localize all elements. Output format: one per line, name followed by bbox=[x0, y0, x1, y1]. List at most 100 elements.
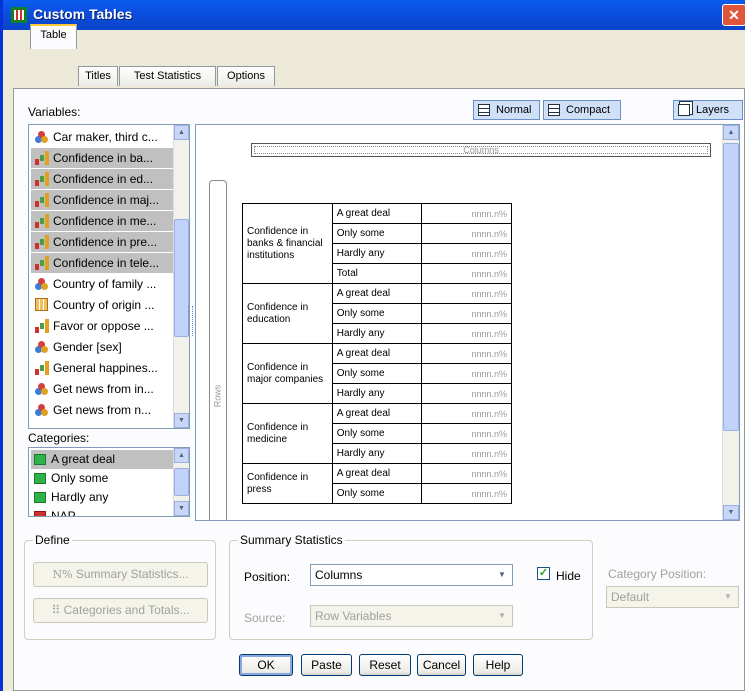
variable-label: Country of origin ... bbox=[53, 298, 155, 312]
cat-scroll-up-icon[interactable]: ▲ bbox=[174, 448, 189, 463]
row-category-label[interactable]: Only some bbox=[331, 363, 423, 384]
variable-item[interactable]: Confidence in maj... bbox=[31, 190, 173, 210]
variable-item[interactable]: Get news from in... bbox=[31, 379, 173, 399]
cell-value: nnnn.n% bbox=[421, 223, 512, 244]
canvas-scroll-down-icon[interactable]: ▼ bbox=[723, 505, 739, 520]
variable-item[interactable]: Favor or oppose ... bbox=[31, 316, 173, 336]
preview-table: Confidence in banks & financial institut… bbox=[242, 203, 512, 504]
table-canvas[interactable]: Columns Rows Confidence in banks & finan… bbox=[195, 124, 740, 521]
category-item[interactable]: NAP bbox=[31, 507, 173, 516]
row-category-label[interactable]: A great deal bbox=[331, 463, 423, 484]
variable-label: Confidence in me... bbox=[53, 214, 157, 228]
tab-options[interactable]: Options bbox=[217, 66, 275, 86]
chevron-down-icon[interactable]: ▼ bbox=[494, 567, 510, 583]
row-category-label[interactable]: Total bbox=[331, 263, 423, 284]
splitter-handle[interactable] bbox=[188, 306, 193, 336]
variable-label: Confidence in tele... bbox=[53, 256, 160, 270]
row-category-label[interactable]: Hardly any bbox=[331, 243, 423, 264]
normal-grid-icon bbox=[478, 104, 490, 116]
cell-value: nnnn.n% bbox=[421, 203, 512, 224]
categories-totals-button[interactable]: ⠿ Categories and Totals... bbox=[33, 598, 208, 623]
variable-label: Confidence in maj... bbox=[53, 193, 160, 207]
ordinal-icon bbox=[35, 256, 49, 270]
cat-scroll-thumb[interactable] bbox=[174, 468, 189, 496]
variable-item[interactable]: Confidence in tele... bbox=[31, 253, 173, 273]
tab-titles[interactable]: Titles bbox=[78, 66, 118, 86]
canvas-scroll-thumb[interactable] bbox=[723, 143, 739, 431]
variable-item[interactable]: Country of origin ... bbox=[31, 295, 173, 315]
variable-item[interactable]: Confidence in pre... bbox=[31, 232, 173, 252]
row-variable-label[interactable]: Confidence in banks & financial institut… bbox=[242, 203, 333, 284]
categories-scrollbar[interactable]: ▲ ▼ bbox=[173, 448, 189, 516]
title-bar[interactable]: Custom Tables bbox=[3, 0, 745, 30]
row-category-label[interactable]: A great deal bbox=[331, 203, 423, 224]
row-category-label[interactable]: Only some bbox=[331, 303, 423, 324]
category-icon bbox=[34, 492, 46, 503]
variable-item[interactable]: Country of family ... bbox=[31, 274, 173, 294]
variable-item[interactable]: General happines... bbox=[31, 358, 173, 378]
row-variable-label[interactable]: Confidence in press bbox=[242, 463, 333, 504]
scroll-down-icon[interactable]: ▼ bbox=[174, 413, 189, 428]
normal-view-button[interactable]: Normal bbox=[473, 100, 540, 120]
row-category-label[interactable]: Hardly any bbox=[331, 443, 423, 464]
category-item[interactable]: A great deal bbox=[31, 450, 173, 469]
variable-label: Get news from n... bbox=[53, 403, 152, 417]
tab-test-statistics[interactable]: Test Statistics bbox=[119, 66, 216, 86]
table-row: Confidence in major companies A great dea… bbox=[242, 343, 512, 404]
scroll-thumb[interactable] bbox=[174, 219, 189, 337]
cancel-button[interactable]: Cancel bbox=[417, 654, 466, 676]
hide-checkbox[interactable]: ✓ bbox=[537, 567, 550, 580]
category-chevron-down-icon[interactable]: ▼ bbox=[720, 589, 736, 605]
scroll-up-icon[interactable]: ▲ bbox=[174, 125, 189, 140]
cell-value: nnnn.n% bbox=[421, 303, 512, 324]
row-category-label[interactable]: Only some bbox=[331, 483, 423, 504]
ordinal-icon bbox=[35, 193, 49, 207]
source-chevron-down-icon[interactable]: ▼ bbox=[494, 608, 510, 624]
compact-view-button[interactable]: Compact bbox=[543, 100, 621, 120]
paste-button[interactable]: Paste bbox=[301, 654, 352, 676]
variable-label: Get news from in... bbox=[53, 382, 154, 396]
row-variable-label[interactable]: Confidence in medicine bbox=[242, 403, 333, 464]
variables-scrollbar[interactable]: ▲ ▼ bbox=[173, 125, 189, 428]
categories-totals-icon: ⠿ bbox=[51, 603, 61, 617]
canvas-scrollbar[interactable]: ▲ ▼ bbox=[722, 125, 739, 520]
category-item[interactable]: Only some bbox=[31, 469, 173, 488]
variable-item[interactable]: Gender [sex] bbox=[31, 337, 173, 357]
row-variable-label[interactable]: Confidence in major companies bbox=[242, 343, 333, 404]
cat-scroll-down-icon[interactable]: ▼ bbox=[174, 501, 189, 516]
ok-button[interactable]: OK bbox=[239, 654, 293, 676]
variable-item[interactable]: Get news from n... bbox=[31, 400, 173, 420]
row-category-label[interactable]: Only some bbox=[331, 223, 423, 244]
help-button[interactable]: Help bbox=[473, 654, 523, 676]
category-item[interactable]: Hardly any bbox=[31, 488, 173, 507]
reset-button[interactable]: Reset bbox=[359, 654, 411, 676]
category-position-select[interactable]: Default ▼ bbox=[606, 586, 739, 608]
cell-value: nnnn.n% bbox=[421, 383, 512, 404]
variable-item[interactable]: Confidence in ba... bbox=[31, 148, 173, 168]
columns-drop-zone[interactable]: Columns bbox=[251, 143, 711, 157]
variable-item[interactable]: Confidence in ed... bbox=[31, 169, 173, 189]
tab-table[interactable]: Table bbox=[30, 24, 77, 49]
ordinal-icon bbox=[35, 172, 49, 186]
row-variable-label[interactable]: Confidence in education bbox=[242, 283, 333, 344]
summary-statistics-button[interactable]: N% Summary Statistics... bbox=[33, 562, 208, 587]
rows-drop-zone[interactable]: Rows bbox=[209, 180, 227, 520]
position-select[interactable]: Columns ▼ bbox=[310, 564, 513, 586]
row-category-label[interactable]: A great deal bbox=[331, 403, 423, 424]
categories-list[interactable]: NAP Hardly any Only some A great deal ▲ ▼ bbox=[28, 447, 190, 517]
close-icon[interactable]: ✕ bbox=[722, 4, 745, 26]
row-category-label[interactable]: Hardly any bbox=[331, 323, 423, 344]
canvas-scroll-up-icon[interactable]: ▲ bbox=[723, 125, 739, 140]
row-category-label[interactable]: A great deal bbox=[331, 343, 423, 364]
row-category-label[interactable]: A great deal bbox=[331, 283, 423, 304]
source-select[interactable]: Row Variables ▼ bbox=[310, 605, 513, 627]
category-icon bbox=[34, 473, 46, 484]
define-group: Define bbox=[24, 533, 216, 640]
layers-button[interactable]: Layers bbox=[673, 100, 743, 120]
variable-item[interactable]: Car maker, third c... bbox=[31, 127, 173, 147]
variables-list[interactable]: Get news from n... Get news from in... Gen… bbox=[28, 124, 190, 429]
variable-item[interactable]: Confidence in me... bbox=[31, 211, 173, 231]
row-category-label[interactable]: Only some bbox=[331, 423, 423, 444]
row-category-label[interactable]: Hardly any bbox=[331, 383, 423, 404]
cell-value: nnnn.n% bbox=[421, 403, 512, 424]
